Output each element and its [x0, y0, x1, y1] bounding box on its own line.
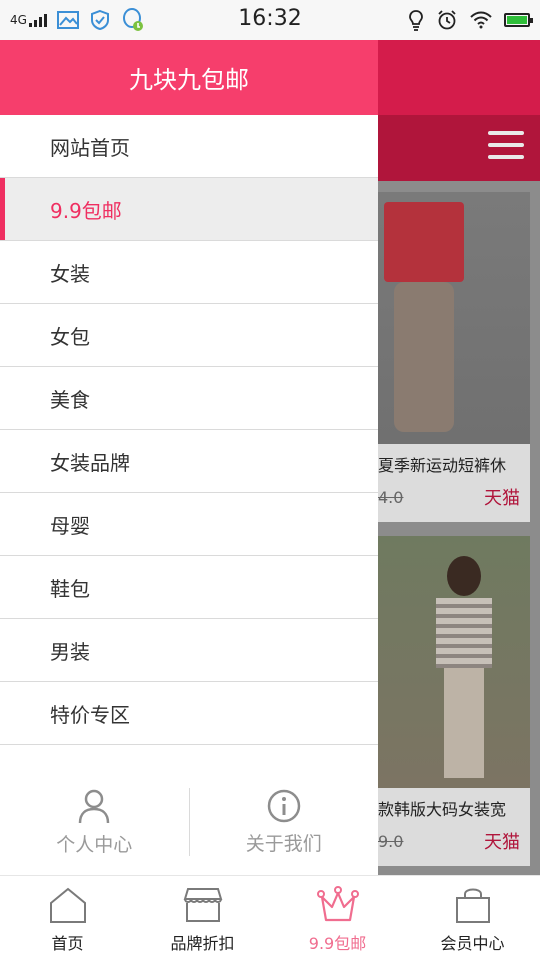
profile-label: 个人中心 [56, 833, 133, 856]
menu-item-9-9-free-shipping[interactable]: 9.9包邮 [0, 178, 378, 241]
product-card[interactable]: 夏季新运动短裤休 4.0 天猫 [364, 192, 530, 522]
drawer-header: 九块九包邮 [0, 40, 378, 115]
home-icon [49, 887, 86, 923]
menu-item-shoes-bags[interactable]: 鞋包 [0, 556, 378, 619]
tab-label: 会员中心 [440, 934, 505, 953]
bag-icon [455, 888, 490, 923]
alarm-icon [436, 9, 458, 31]
wifi-icon [470, 11, 492, 29]
menu-item-mother-baby[interactable]: 母婴 [0, 493, 378, 556]
product-image [364, 536, 530, 788]
menu-item-special-offers[interactable]: 特价专区 [0, 682, 378, 745]
product-shop-tag: 天猫 [484, 832, 520, 853]
product-name: 夏季新运动短裤休 [378, 456, 507, 475]
about-button[interactable]: 关于我们 [190, 789, 379, 856]
product-old-price: 9.0 [378, 831, 404, 851]
drawer-title: 九块九包邮 [129, 66, 249, 94]
shield-icon [89, 9, 111, 31]
menu-item-mens-clothing[interactable]: 男装 [0, 619, 378, 682]
tab-label: 首页 [51, 934, 84, 953]
drawer-menu: 网站首页 9.9包邮 女装 女包 美食 女装品牌 母婴 鞋包 男装 特价专区 [0, 115, 378, 745]
tab-9-9-free-shipping[interactable]: 9.9包邮 [270, 876, 405, 960]
bottom-tab-bar: 首页 品牌折扣 9.9包邮 会员中心 [0, 875, 540, 960]
tab-brand-discount[interactable]: 品牌折扣 [135, 876, 270, 960]
menu-item-home[interactable]: 网站首页 [0, 115, 378, 178]
network-type: 4G [10, 13, 27, 27]
gallery-icon [56, 10, 79, 30]
info-icon [267, 789, 300, 822]
menu-item-womens-bags[interactable]: 女包 [0, 304, 378, 367]
product-old-price: 4.0 [378, 487, 404, 507]
signal-icon [28, 13, 47, 27]
battery-icon [504, 13, 533, 27]
hamburger-menu-icon[interactable] [486, 128, 526, 162]
about-label: 关于我们 [245, 832, 322, 855]
network-indicator: 4G [10, 13, 47, 27]
tab-label: 9.9包邮 [308, 934, 367, 953]
status-bar: 4G 16:32 [0, 0, 540, 40]
tab-label: 品牌折扣 [170, 934, 235, 953]
product-image [364, 192, 530, 444]
lightbulb-icon [408, 9, 424, 31]
side-drawer: 九块九包邮 网站首页 9.9包邮 女装 女包 美食 女装品牌 母婴 鞋包 男装 … [0, 40, 378, 875]
product-name: 款韩版大码女装宽 [378, 800, 507, 819]
store-icon [183, 888, 222, 922]
crown-icon [316, 886, 359, 922]
user-icon [79, 789, 110, 823]
tab-home[interactable]: 首页 [0, 876, 135, 960]
product-shop-tag: 天猫 [484, 488, 520, 509]
menu-item-womens-clothing[interactable]: 女装 [0, 241, 378, 304]
product-card[interactable]: 款韩版大码女装宽 9.0 天猫 [364, 536, 530, 866]
profile-button[interactable]: 个人中心 [0, 788, 189, 857]
menu-item-food[interactable]: 美食 [0, 367, 378, 430]
qq-icon [121, 7, 145, 33]
drawer-footer: 个人中心 关于我们 [0, 782, 378, 862]
tab-member-center[interactable]: 会员中心 [405, 876, 540, 960]
menu-item-womens-brands[interactable]: 女装品牌 [0, 430, 378, 493]
